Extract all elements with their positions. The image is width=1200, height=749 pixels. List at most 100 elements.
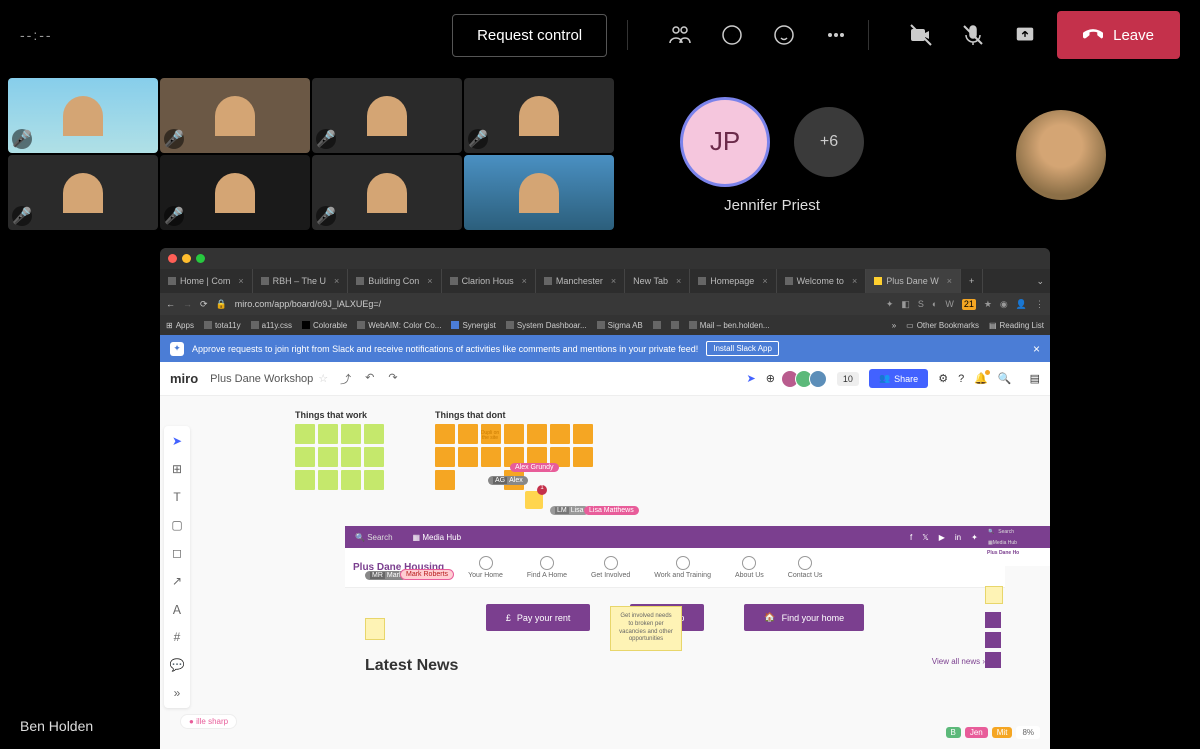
back-icon[interactable]: ← — [166, 299, 175, 309]
star-icon[interactable]: ✦ — [971, 533, 978, 542]
cursor-icon[interactable]: ➤ — [746, 372, 755, 385]
participant-tile[interactable]: 🎤 — [8, 155, 158, 230]
browser-tab[interactable]: Welcome to× — [777, 269, 867, 293]
nav-find-home[interactable]: Find A Home — [527, 556, 567, 579]
bookmark[interactable] — [671, 321, 679, 329]
reading-list[interactable]: ▤ Reading List — [989, 321, 1044, 330]
share-button[interactable]: 👥 Share — [869, 369, 928, 388]
participant-tile[interactable] — [464, 155, 614, 230]
participant-tile[interactable]: 🎤 — [160, 78, 310, 153]
install-slack-button[interactable]: Install Slack App — [706, 341, 779, 356]
ext-icon[interactable]: ★ — [984, 299, 992, 310]
activity-icon[interactable]: ▤ — [1030, 372, 1040, 385]
people-icon[interactable] — [668, 23, 692, 47]
yellow-sticky-small[interactable] — [365, 618, 385, 640]
export-icon[interactable]: ⤴ — [340, 371, 351, 387]
miro-logo[interactable]: miro — [170, 371, 198, 386]
site-search[interactable]: 🔍 Search — [355, 533, 393, 542]
request-control-button[interactable]: Request control — [452, 14, 607, 57]
mini-site-screenshot[interactable]: 🔍 Search ▦ Media Hub Plus Dane Ho — [985, 526, 1050, 668]
line-icon[interactable]: ↗ — [170, 574, 184, 588]
comment-icon[interactable]: 💬 — [170, 658, 184, 672]
participant-tile[interactable]: 🎤 — [464, 78, 614, 153]
search-icon[interactable]: 🔍 — [998, 372, 1012, 385]
ext-icon[interactable]: ◐ — [932, 299, 937, 310]
browser-tab-active[interactable]: Plus Dane W× — [866, 269, 961, 293]
settings-icon[interactable]: ⚙ — [938, 372, 948, 385]
browser-tab[interactable]: Building Con× — [348, 269, 441, 293]
browser-tab[interactable]: New Tab× — [625, 269, 690, 293]
timer-icon[interactable]: ⊕ — [766, 372, 775, 385]
url-field[interactable]: miro.com/app/board/o9J_lALXUEg=/ — [235, 299, 878, 309]
youtube-icon[interactable]: ▶ — [939, 533, 945, 542]
redo-icon[interactable]: ↷ — [388, 371, 397, 387]
bookmark[interactable]: a11y.css — [251, 321, 292, 330]
more-icon[interactable] — [824, 23, 848, 47]
close-dot[interactable] — [168, 254, 177, 263]
mini-icon[interactable] — [985, 652, 1001, 668]
bookmark[interactable]: Sigma AB — [597, 321, 643, 330]
ext-icon[interactable]: ◧ — [901, 299, 910, 310]
browser-tab[interactable]: Homepage× — [690, 269, 776, 293]
linkedin-icon[interactable]: in — [955, 533, 961, 542]
camera-off-icon[interactable] — [909, 23, 933, 47]
profile-icon[interactable]: 👤 — [1016, 299, 1027, 310]
mic-off-icon[interactable] — [961, 23, 985, 47]
self-preview[interactable] — [922, 70, 1200, 240]
nav-get-involved[interactable]: Get Involved — [591, 556, 630, 579]
more-participants[interactable]: +6 — [794, 107, 864, 177]
cta-find-home[interactable]: 🏠 Find your home — [744, 604, 864, 631]
avatar-initials[interactable]: JP — [680, 97, 770, 187]
ext-icon[interactable]: ◉ — [1000, 299, 1008, 310]
browser-tab[interactable]: Home | Com× — [160, 269, 253, 293]
reactions-icon[interactable] — [772, 23, 796, 47]
reload-icon[interactable]: ⟳ — [200, 299, 208, 310]
maximize-dot[interactable] — [196, 254, 205, 263]
other-bookmarks[interactable]: ▭ Other Bookmarks — [906, 321, 979, 330]
board-title[interactable]: Plus Dane Workshop☆ — [210, 372, 328, 385]
text-icon[interactable]: T — [170, 490, 184, 504]
facebook-icon[interactable]: f — [910, 533, 912, 542]
participant-tile[interactable]: 🎤 — [160, 155, 310, 230]
view-all-news[interactable]: View all news › — [932, 657, 985, 666]
new-tab-button[interactable]: + — [961, 269, 983, 293]
sticky-icon[interactable]: ▢ — [170, 518, 184, 532]
select-icon[interactable]: ➤ — [170, 434, 184, 448]
user-avatars[interactable] — [785, 370, 827, 388]
bookmark[interactable]: Mail – ben.holden... — [689, 321, 770, 330]
star-icon[interactable]: ☆ — [318, 372, 328, 385]
browser-tab[interactable]: Manchester× — [536, 269, 625, 293]
bell-icon[interactable]: 🔔 — [974, 372, 988, 385]
ext-icon[interactable]: 21 — [962, 299, 976, 310]
bookmark[interactable]: Synergist — [451, 321, 495, 330]
miro-canvas[interactable]: ➤ ⊞ T ▢ ◻ ↗ Ａ # 💬 » Things that work Thi… — [160, 396, 1050, 749]
close-icon[interactable]: × — [1033, 342, 1040, 356]
lock-icon[interactable]: 🔒 — [216, 299, 227, 310]
ext-icon[interactable]: ✦ — [886, 299, 894, 310]
tab-overflow[interactable]: ⌄ — [1030, 276, 1050, 287]
menu-icon[interactable]: ⋮ — [1035, 299, 1044, 310]
browser-tab[interactable]: Clarion Hous× — [442, 269, 536, 293]
participant-tile[interactable]: 🎤 — [8, 78, 158, 153]
yellow-sticky-note[interactable]: Get involved needs to broken per vacanci… — [610, 606, 682, 651]
participant-tile[interactable]: 🎤 — [312, 155, 462, 230]
zoom-percent[interactable]: 8% — [1016, 726, 1040, 739]
nav-your-home[interactable]: Your Home — [468, 556, 503, 579]
bookmark[interactable] — [653, 321, 661, 329]
nav-contact[interactable]: Contact Us — [788, 556, 823, 579]
cta-pay-rent[interactable]: £ Pay your rent — [486, 604, 591, 631]
bookmark[interactable]: tota11y — [204, 321, 241, 330]
mini-icon[interactable] — [985, 632, 1001, 648]
minimize-dot[interactable] — [182, 254, 191, 263]
more-tools-icon[interactable]: » — [170, 686, 184, 700]
shape-icon[interactable]: ◻ — [170, 546, 184, 560]
chat-icon[interactable] — [720, 23, 744, 47]
ext-icon[interactable]: S — [918, 299, 924, 310]
sticky-group-green[interactable] — [295, 424, 384, 490]
participant-tile[interactable]: 🎤 — [312, 78, 462, 153]
apps-button[interactable]: ⊞ Apps — [166, 321, 194, 330]
sticky-yellow[interactable]: 1 — [525, 491, 543, 509]
help-icon[interactable]: ? — [958, 373, 964, 385]
browser-tab[interactable]: RBH – The U× — [253, 269, 349, 293]
bookmark-overflow[interactable]: » — [892, 321, 896, 330]
